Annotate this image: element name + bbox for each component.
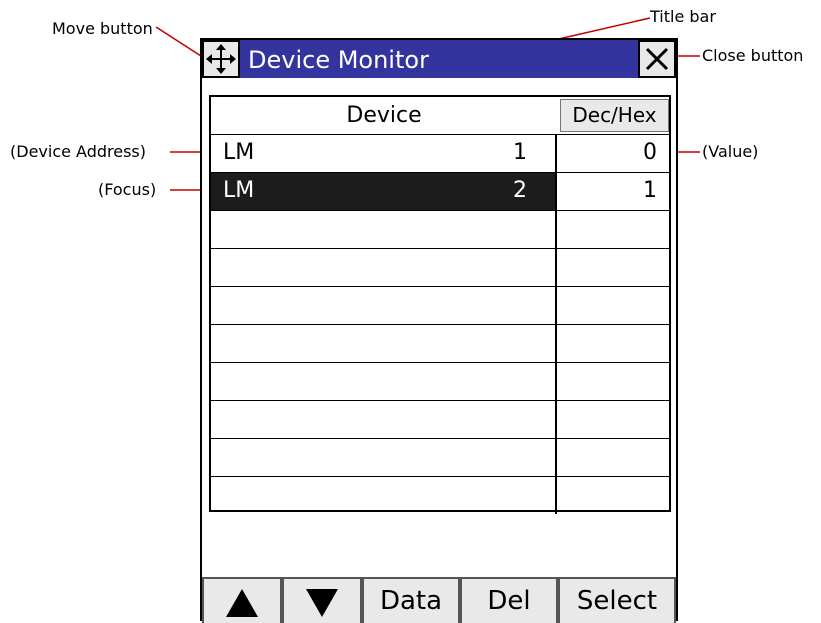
up-triangle-icon <box>226 589 258 617</box>
close-button[interactable] <box>638 40 676 78</box>
dec-hex-button[interactable]: Dec/Hex <box>560 99 669 132</box>
table-row[interactable] <box>211 324 669 362</box>
down-button[interactable] <box>282 577 362 623</box>
value-cell[interactable] <box>557 401 669 438</box>
move-button[interactable] <box>202 40 240 78</box>
move-arrows-icon <box>206 44 236 74</box>
value-cell[interactable] <box>557 325 669 362</box>
device-number: 1 <box>513 140 527 165</box>
table-row[interactable] <box>211 438 669 476</box>
annotation-focus: (Focus) <box>98 180 157 199</box>
up-button[interactable] <box>202 577 282 623</box>
value-cell[interactable]: 0 <box>557 135 669 172</box>
annotation-move-button: Move button <box>52 19 153 38</box>
device-address-cell[interactable] <box>211 249 557 286</box>
table-row[interactable] <box>211 286 669 324</box>
data-button[interactable]: Data <box>362 577 460 623</box>
annotation-close-button: Close button <box>702 46 804 65</box>
device-address-cell[interactable] <box>211 325 557 362</box>
value-cell[interactable]: 1 <box>557 173 669 210</box>
annotation-device-address: (Device Address) <box>10 142 147 161</box>
table-row[interactable] <box>211 400 669 438</box>
table-row[interactable]: LM 1 0 <box>211 134 669 172</box>
annotation-value: (Value) <box>702 142 759 161</box>
table-row[interactable] <box>211 362 669 400</box>
device-address-cell[interactable]: LM 1 <box>211 135 557 172</box>
table-row[interactable] <box>211 210 669 248</box>
close-x-icon <box>645 47 669 71</box>
device-address-cell[interactable] <box>211 439 557 476</box>
device-name: LM <box>223 178 255 203</box>
device-monitor-window: Device Monitor Device Dec/Hex LM 1 0 LM 2 1 D… <box>200 38 678 623</box>
device-number: 2 <box>513 178 527 203</box>
device-column-header: Device <box>346 103 422 128</box>
device-address-cell[interactable] <box>211 401 557 438</box>
value-cell[interactable] <box>557 363 669 400</box>
value-cell[interactable] <box>557 211 669 248</box>
value-cell[interactable] <box>557 477 669 514</box>
down-triangle-icon <box>306 589 338 617</box>
device-address-cell[interactable] <box>211 287 557 324</box>
device-address-cell[interactable] <box>211 477 557 514</box>
value-cell[interactable] <box>557 287 669 324</box>
device-address-cell[interactable] <box>211 211 557 248</box>
title-bar[interactable]: Device Monitor <box>202 40 676 78</box>
button-bar: Data Del Select <box>202 577 676 623</box>
value-cell[interactable] <box>557 439 669 476</box>
value-cell[interactable] <box>557 249 669 286</box>
annotation-title-bar: Title bar <box>650 7 716 26</box>
table-row-focused[interactable]: LM 2 1 <box>211 172 669 210</box>
table-row[interactable] <box>211 248 669 286</box>
table-row[interactable] <box>211 476 669 514</box>
del-button[interactable]: Del <box>460 577 558 623</box>
device-table: Device Dec/Hex LM 1 0 LM 2 1 <box>209 95 671 514</box>
device-name: LM <box>223 140 255 165</box>
device-address-cell[interactable] <box>211 363 557 400</box>
device-address-cell[interactable]: LM 2 <box>211 173 557 210</box>
window-title: Device Monitor <box>248 46 429 74</box>
select-button[interactable]: Select <box>558 577 676 623</box>
